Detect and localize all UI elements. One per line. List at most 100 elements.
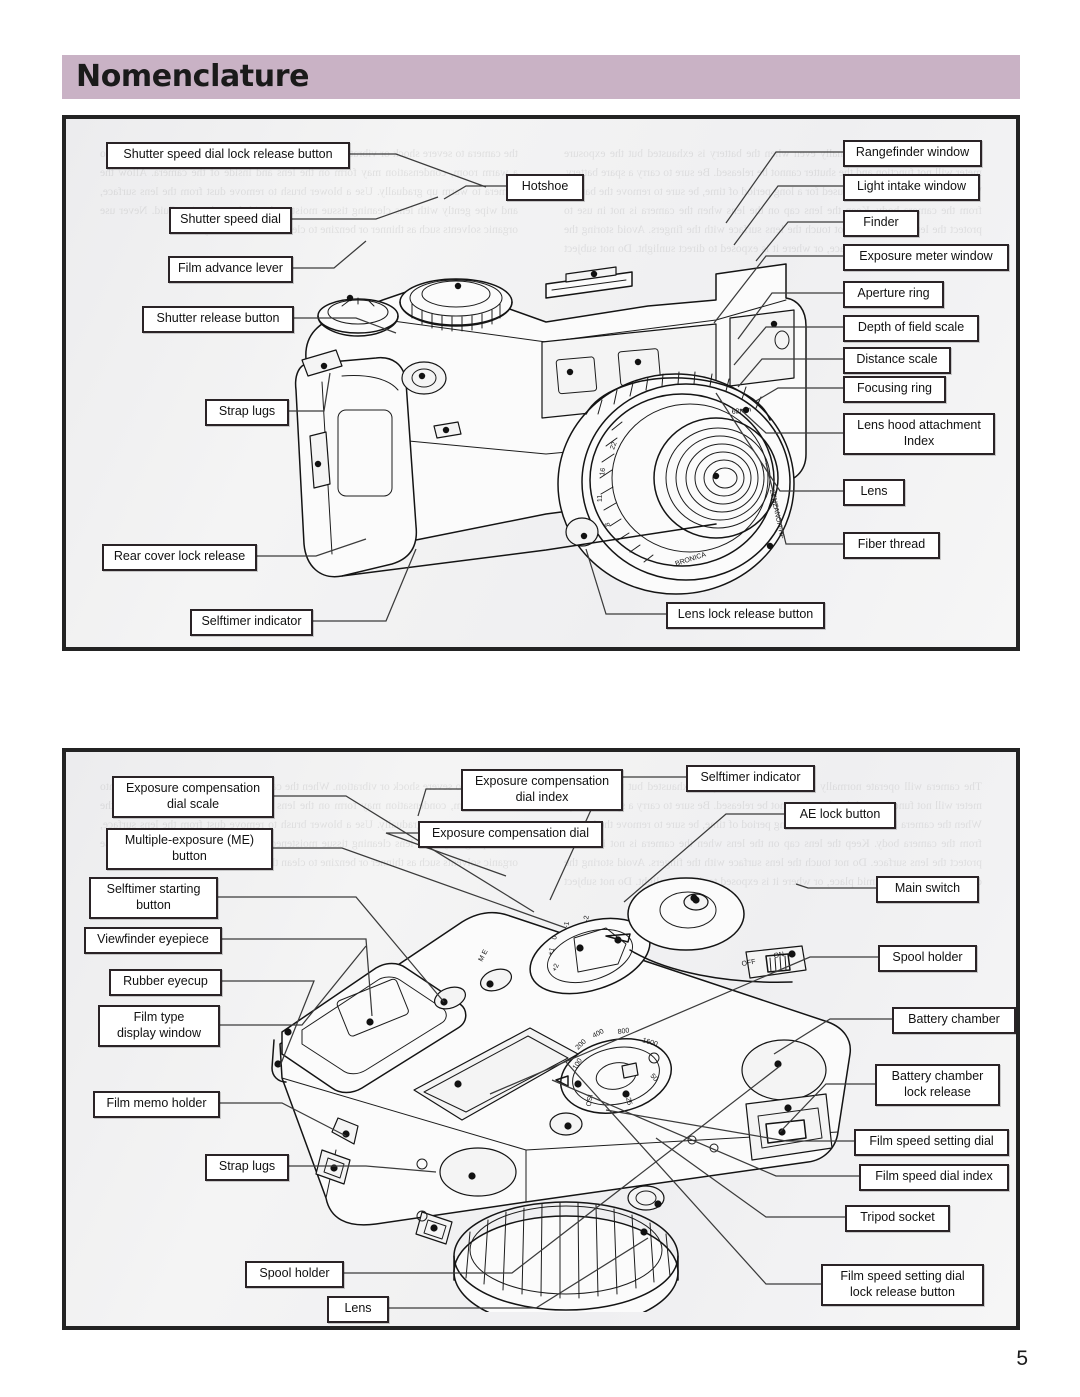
callout-text: Light intake window bbox=[856, 179, 967, 193]
callout-text: Distance scale bbox=[856, 352, 938, 366]
callout-aperture-ring: Aperture ring bbox=[843, 281, 944, 308]
callout-viewfinder-eyepiece: Viewfinder eyepiece bbox=[84, 927, 222, 954]
page-title-banner: Nomenclature bbox=[62, 55, 1020, 99]
callout-text: Lens lock release button bbox=[677, 607, 814, 621]
callout-film-memo-holder: Film memo holder bbox=[93, 1091, 220, 1118]
callout-text: Exposure meter window bbox=[859, 249, 993, 263]
callout-main-switch: Main switch bbox=[876, 876, 979, 903]
callout-lens-bottom: Lens bbox=[327, 1296, 389, 1323]
callout-lens-lock-release-button: Lens lock release button bbox=[666, 602, 825, 629]
callout-lens-hood-attachment-index: Lens hood attachment Index bbox=[843, 413, 995, 455]
callout-text: Film speed setting dial lock release but… bbox=[840, 1269, 965, 1299]
callout-finder: Finder bbox=[843, 210, 919, 237]
callout-light-intake-window: Light intake window bbox=[843, 174, 980, 201]
callout-text: Viewfinder eyepiece bbox=[97, 932, 209, 946]
callout-text: Rear cover lock release bbox=[113, 549, 246, 563]
callout-text: Tripod socket bbox=[860, 1210, 935, 1224]
svg-text:400: 400 bbox=[592, 1028, 606, 1040]
callout-text: Spool holder bbox=[892, 950, 963, 964]
callout-text: Film speed setting dial bbox=[869, 1134, 994, 1148]
callout-text: Main switch bbox=[894, 881, 961, 895]
callout-exposure-compensation-dial-scale: Exposure compensation dial scale bbox=[112, 776, 274, 818]
callout-text: Film speed dial index bbox=[875, 1169, 993, 1183]
callout-text: Film type display window bbox=[116, 1010, 202, 1040]
svg-text:100: 100 bbox=[572, 1057, 584, 1071]
callout-battery-chamber: Battery chamber bbox=[892, 1007, 1016, 1034]
callout-film-speed-dial-index: Film speed dial index bbox=[859, 1164, 1009, 1191]
svg-text:+2: +2 bbox=[551, 963, 561, 973]
callout-text: Lens hood attachment Index bbox=[857, 418, 981, 448]
callout-text: Lens bbox=[860, 484, 888, 498]
svg-text:-1: -1 bbox=[563, 921, 571, 928]
callout-text: Film advance lever bbox=[178, 261, 283, 275]
camera-bottom-illustration: M E +2 +1 0 -1 -2 100 200 400 800 1600 5… bbox=[226, 832, 906, 1312]
lens-filter-glyph: 62mm bbox=[731, 406, 751, 416]
callout-text: Strap lugs bbox=[218, 1159, 276, 1173]
callout-selftimer-indicator: Selftimer indicator bbox=[190, 609, 313, 636]
svg-text:ISO: ISO bbox=[584, 1094, 593, 1108]
callout-text: Selftimer indicator bbox=[700, 770, 801, 784]
callout-shutter-speed-dial-lock-release-button: Shutter speed dial lock release button bbox=[106, 142, 350, 169]
callout-text: Film memo holder bbox=[106, 1096, 207, 1110]
callout-text: Spool holder bbox=[259, 1266, 330, 1280]
callout-text: Shutter release button bbox=[156, 311, 280, 325]
callout-rangefinder-window: Rangefinder window bbox=[843, 140, 982, 167]
svg-text:0: 0 bbox=[551, 935, 559, 941]
callout-strap-lugs: Strap lugs bbox=[205, 399, 289, 426]
callout-strap-lugs: Strap lugs bbox=[205, 1154, 289, 1181]
callout-text: Rangefinder window bbox=[855, 145, 970, 159]
callout-exposure-compensation-dial: Exposure compensation dial bbox=[418, 821, 603, 848]
camera-front-illustration: ZENZANON-RF BRONICA 62mm 22 16 11 8 bbox=[246, 214, 886, 644]
callout-text: Multiple-exposure (ME) button bbox=[124, 833, 255, 863]
callout-text: Selftimer indicator bbox=[201, 614, 302, 628]
callout-shutter-speed-dial: Shutter speed dial bbox=[169, 207, 292, 234]
callout-text: Fiber thread bbox=[857, 537, 926, 551]
callout-text: Aperture ring bbox=[857, 286, 930, 300]
callout-film-speed-setting-dial-lock-release-button: Film speed setting dial lock release but… bbox=[821, 1264, 984, 1306]
callout-text: Exposure compensation dial bbox=[431, 826, 590, 840]
callout-selftimer-indicator: Selftimer indicator bbox=[686, 765, 815, 792]
svg-text:+1: +1 bbox=[547, 947, 556, 957]
page-number: 5 bbox=[1016, 1347, 1028, 1370]
callout-text: Focusing ring bbox=[856, 381, 933, 395]
callout-lens: Lens bbox=[843, 479, 905, 506]
svg-text:11: 11 bbox=[597, 495, 604, 503]
svg-text:8: 8 bbox=[604, 522, 612, 528]
callout-film-type-display-window: Film type display window bbox=[98, 1005, 220, 1047]
callout-film-speed-setting-dial: Film speed setting dial bbox=[854, 1129, 1009, 1156]
callout-text: Exposure compensation dial index bbox=[474, 774, 610, 804]
callout-spool-holder-right: Spool holder bbox=[878, 945, 977, 972]
callout-rubber-eyecup: Rubber eyecup bbox=[109, 969, 222, 996]
callout-film-advance-lever: Film advance lever bbox=[168, 256, 293, 283]
svg-text:-2: -2 bbox=[583, 915, 591, 922]
callout-text: Strap lugs bbox=[218, 404, 276, 418]
callout-multiple-exposure-me-button: Multiple-exposure (ME) button bbox=[106, 828, 273, 870]
callout-text: Rubber eyecup bbox=[123, 974, 208, 988]
svg-text:1600: 1600 bbox=[641, 1037, 658, 1048]
callout-text: Lens bbox=[344, 1301, 372, 1315]
callout-exposure-compensation-dial-index: Exposure compensation dial index bbox=[461, 769, 623, 811]
callout-focusing-ring: Focusing ring bbox=[843, 376, 946, 403]
callout-depth-of-field-scale: Depth of field scale bbox=[843, 315, 979, 342]
svg-text:25: 25 bbox=[624, 1097, 633, 1106]
callout-spool-holder-lower: Spool holder bbox=[245, 1261, 344, 1288]
svg-text:800: 800 bbox=[617, 1027, 630, 1036]
svg-text:200: 200 bbox=[575, 1038, 588, 1051]
svg-text:50: 50 bbox=[649, 1073, 659, 1084]
callout-text: Battery chamber bbox=[908, 1012, 1000, 1026]
callout-hotshoe: Hotshoe bbox=[506, 174, 584, 201]
page-title: Nomenclature bbox=[76, 58, 310, 94]
callout-exposure-meter-window: Exposure meter window bbox=[843, 244, 1009, 271]
callout-text: Finder bbox=[863, 215, 899, 229]
callout-fiber-thread: Fiber thread bbox=[843, 532, 940, 559]
callout-battery-chamber-lock-release: Battery chamber lock release bbox=[875, 1064, 1000, 1106]
svg-text:22: 22 bbox=[609, 441, 618, 451]
callout-text: Exposure compensation dial scale bbox=[125, 781, 261, 811]
callout-text: AE lock button bbox=[799, 807, 881, 821]
callout-ae-lock-button: AE lock button bbox=[784, 802, 896, 829]
svg-text:16: 16 bbox=[599, 467, 607, 476]
callout-text: Hotshoe bbox=[521, 179, 569, 193]
callout-text: Depth of field scale bbox=[857, 320, 965, 334]
me-button-glyph: M E bbox=[478, 948, 490, 963]
callout-distance-scale: Distance scale bbox=[843, 347, 951, 374]
